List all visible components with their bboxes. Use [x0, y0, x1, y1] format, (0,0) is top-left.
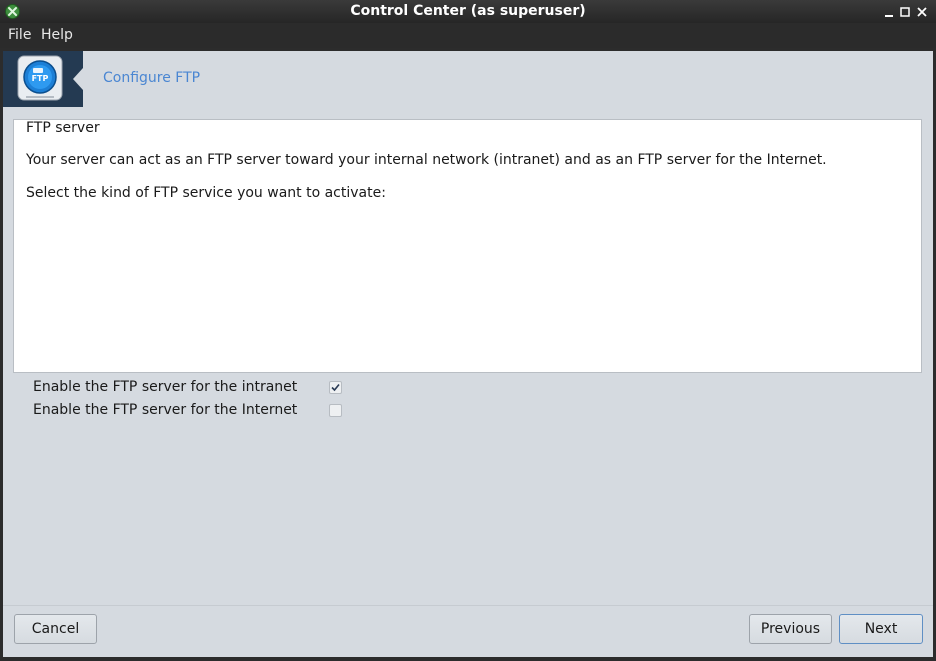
option-intranet-label[interactable]: Enable the FTP server for the intranet — [33, 379, 297, 396]
minimize-icon[interactable] — [883, 6, 895, 18]
panel-description: Your server can act as an FTP server tow… — [26, 152, 827, 168]
maximize-icon[interactable] — [899, 6, 911, 18]
application-window: Control Center (as superuser) File Help … — [0, 0, 936, 661]
cancel-button[interactable]: Cancel — [14, 614, 97, 644]
close-icon[interactable] — [916, 6, 928, 18]
main-content: FTP Configure FTP FTP server Your server… — [3, 51, 933, 657]
menu-bar: File Help — [0, 23, 936, 48]
panel-prompt: Select the kind of FTP service you want … — [26, 185, 386, 201]
ftp-server-icon: FTP — [17, 55, 63, 101]
title-bar[interactable]: Control Center (as superuser) — [0, 0, 936, 23]
panel-heading: FTP server — [26, 120, 100, 136]
info-panel: FTP server Your server can act as an FTP… — [13, 119, 922, 373]
previous-button[interactable]: Previous — [749, 614, 832, 644]
internet-checkbox[interactable] — [329, 404, 342, 417]
banner-notch — [73, 68, 83, 90]
header-banner: FTP Configure FTP — [3, 51, 933, 107]
checkmark-icon — [331, 383, 340, 392]
ftp-icon-text: FTP — [32, 74, 49, 83]
intranet-checkbox[interactable] — [329, 381, 342, 394]
menu-help[interactable]: Help — [41, 27, 73, 44]
footer-divider — [3, 605, 933, 606]
window-title: Control Center (as superuser) — [350, 3, 586, 19]
option-internet-label[interactable]: Enable the FTP server for the Internet — [33, 402, 297, 419]
next-button[interactable]: Next — [839, 614, 923, 644]
banner-logo-area: FTP — [3, 51, 83, 107]
page-title: Configure FTP — [103, 70, 201, 86]
menu-file[interactable]: File — [8, 27, 31, 44]
